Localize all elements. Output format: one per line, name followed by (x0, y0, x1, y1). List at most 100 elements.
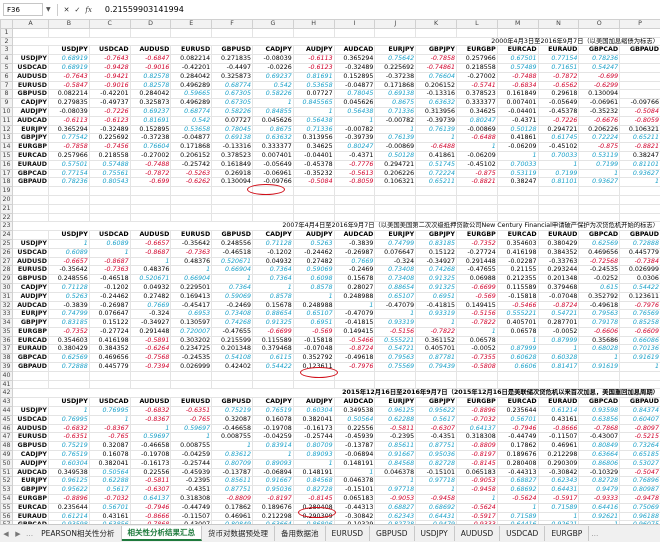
correlation-cell[interactable]: 0.34625 (456, 107, 497, 116)
correlation-cell[interactable]: 0.076647 (89, 310, 130, 319)
correlation-cell[interactable]: -0.45378 (538, 107, 579, 116)
correlation-cell[interactable]: 1 (375, 125, 416, 134)
correlation-cell[interactable]: -0.699 (130, 178, 171, 187)
correlation-cell[interactable]: 0.87751 (212, 486, 253, 495)
pair-column-header[interactable]: AUDCAD (334, 231, 375, 240)
correlation-cell[interactable]: -0.41815 (334, 319, 375, 328)
correlation-cell[interactable]: 0.201348 (538, 275, 579, 284)
correlation-cell[interactable]: -0.6832 (49, 424, 90, 433)
row-header[interactable]: 46 (1, 424, 13, 433)
correlation-cell[interactable]: -0.6307 (416, 424, 457, 433)
correlation-cell[interactable]: 0.384352 (538, 248, 579, 257)
correlation-cell[interactable]: 1 (130, 424, 171, 433)
correlation-cell[interactable]: -0.45102 (538, 143, 579, 152)
correlation-cell[interactable]: 1 (293, 292, 334, 301)
correlation-cell[interactable]: 0.73264 (620, 442, 660, 451)
row-header[interactable]: 11 (1, 116, 13, 125)
column-header-a[interactable]: A (13, 20, 49, 29)
correlation-cell[interactable]: -0.30842 (538, 468, 579, 477)
sheet-tab[interactable]: 货币对数据预处理 (202, 526, 275, 541)
row-header[interactable]: 47 (1, 433, 13, 442)
correlation-cell[interactable]: -0.47655 (212, 327, 253, 336)
correlation-cell[interactable]: 0.6953 (171, 310, 212, 319)
cell[interactable] (89, 213, 130, 222)
pair-column-header[interactable]: CADJPY (252, 46, 293, 55)
correlation-cell[interactable]: 0.62288 (375, 415, 416, 424)
correlation-cell[interactable]: -0.4497 (212, 63, 253, 72)
correlation-cell[interactable]: 0.48376 (171, 257, 212, 266)
correlation-cell[interactable]: 0.046378 (334, 477, 375, 486)
correlation-cell[interactable]: 0.235644 (49, 503, 90, 512)
cell[interactable] (497, 371, 538, 380)
correlation-cell[interactable]: 0.293244 (538, 266, 579, 275)
select-all-corner[interactable] (1, 20, 13, 29)
cell[interactable] (375, 195, 416, 204)
correlation-cell[interactable]: -0.04877 (334, 81, 375, 90)
pair-row-label[interactable]: USDCAD (13, 248, 49, 257)
cell[interactable] (538, 28, 579, 37)
correlation-cell[interactable]: 0.46961 (538, 442, 579, 451)
correlation-cell[interactable]: 1 (416, 319, 457, 328)
correlation-cell[interactable]: 0.171868 (375, 81, 416, 90)
correlation-cell[interactable]: 0.81691 (293, 72, 334, 81)
correlation-cell[interactable]: -0.49737 (89, 99, 130, 108)
correlation-cell[interactable]: 0.313956 (293, 134, 334, 143)
correlation-cell[interactable]: 0.07727 (212, 116, 253, 125)
correlation-cell[interactable]: 1 (49, 407, 90, 416)
correlation-cell[interactable]: -0.7384 (620, 257, 660, 266)
correlation-cell[interactable]: -0.9016 (130, 63, 171, 72)
correlation-cell[interactable]: 0.445779 (620, 248, 660, 257)
pair-row-label[interactable]: USDJPY (13, 55, 49, 64)
correlation-cell[interactable]: 0.0306 (620, 275, 660, 284)
correlation-cell[interactable]: -0.6123 (89, 116, 130, 125)
correlation-cell[interactable]: -0.8097 (620, 424, 660, 433)
correlation-cell[interactable]: 0.54108 (212, 354, 253, 363)
correlation-cell[interactable]: 0.67305 (212, 99, 253, 108)
pair-row-label[interactable]: EURCAD (13, 151, 49, 160)
correlation-cell[interactable]: 0.5617 (89, 486, 130, 495)
correlation-cell[interactable] (620, 63, 660, 72)
correlation-cell[interactable]: -0.5084 (293, 178, 334, 187)
cell[interactable] (13, 28, 49, 37)
pair-column-header[interactable]: EURAUD (538, 398, 579, 407)
correlation-cell[interactable]: 0.46961 (212, 512, 253, 521)
correlation-cell[interactable]: 0.54247 (579, 63, 620, 72)
row-header[interactable]: 8 (1, 90, 13, 99)
row-header[interactable]: 27 (1, 257, 13, 266)
correlation-cell[interactable]: -0.8666 (130, 512, 171, 521)
correlation-cell[interactable]: 0.88654 (252, 310, 293, 319)
correlation-cell[interactable]: 0.57501 (49, 160, 90, 169)
correlation-cell[interactable]: -0.5808 (456, 363, 497, 372)
correlation-cell[interactable]: -0.74861 (416, 63, 457, 72)
row-header[interactable]: 37 (1, 345, 13, 354)
correlation-cell[interactable]: -0.41815 (416, 301, 457, 310)
correlation-cell[interactable]: 0.469656 (579, 248, 620, 257)
cell[interactable] (13, 204, 49, 213)
cell[interactable] (212, 380, 253, 389)
correlation-cell[interactable]: 0.380429 (49, 345, 90, 354)
correlation-cell[interactable]: -0.7776 (334, 160, 375, 169)
correlation-cell[interactable]: -0.04259 (171, 451, 212, 460)
correlation-cell[interactable]: -0.8809 (212, 495, 253, 504)
correlation-cell[interactable]: 0.59697 (130, 433, 171, 442)
pair-column-header[interactable]: EURGBP (456, 46, 497, 55)
correlation-cell[interactable]: 0.313956 (416, 107, 457, 116)
correlation-cell[interactable]: 0.06578 (497, 327, 538, 336)
correlation-cell[interactable]: 0.75219 (212, 407, 253, 416)
correlation-cell[interactable]: 0.63632 (416, 99, 457, 108)
correlation-cell[interactable]: 0.365294 (334, 55, 375, 64)
correlation-cell[interactable]: 0.50564 (334, 415, 375, 424)
correlation-cell[interactable]: 0.78045 (334, 90, 375, 99)
correlation-cell[interactable]: 0.78236 (49, 178, 90, 187)
correlation-cell[interactable]: 0.72224 (416, 169, 457, 178)
correlation-cell[interactable]: 0.215599 (212, 336, 253, 345)
correlation-cell[interactable]: 0.206152 (416, 81, 457, 90)
row-header[interactable]: 17 (1, 169, 13, 178)
correlation-cell[interactable]: 0.15678 (334, 275, 375, 284)
correlation-cell[interactable]: -0.569 (456, 292, 497, 301)
pair-column-header[interactable]: AUDUSD (130, 398, 171, 407)
correlation-cell[interactable]: 1 (89, 248, 130, 257)
correlation-cell[interactable]: 0.7669 (334, 257, 375, 266)
correlation-cell[interactable]: 0.64137 (130, 495, 171, 504)
correlation-cell[interactable]: 0.72888 (49, 363, 90, 372)
